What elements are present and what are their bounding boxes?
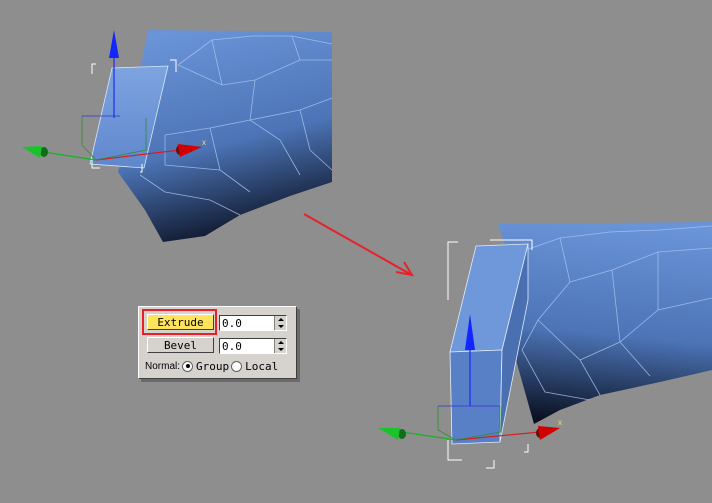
radio-selected-dot: [185, 364, 190, 368]
spin-down-icon: [277, 348, 284, 351]
local-radio[interactable]: [231, 360, 243, 372]
spin-up-icon: [277, 318, 284, 321]
extrude-spin-up[interactable]: [275, 316, 286, 323]
x-axis-label: x: [202, 138, 206, 147]
bevel-spin-buttons[interactable]: [274, 339, 286, 353]
extrude-bevel-panel: Extrude Bevel Normal: Group Local: [138, 306, 297, 379]
extrude-spin-down[interactable]: [275, 323, 286, 330]
group-radio[interactable]: [182, 360, 194, 372]
local-label: Local: [245, 359, 279, 373]
bevel-spin-down[interactable]: [275, 346, 286, 353]
extrude-spin-buttons[interactable]: [274, 316, 286, 330]
normal-label: Normal:: [145, 360, 181, 372]
bevel-spin-up[interactable]: [275, 339, 286, 346]
extrude-amount-spinner[interactable]: [219, 315, 287, 331]
viewport-scene: x x: [22, 30, 712, 469]
extrude-button[interactable]: Extrude: [147, 314, 214, 330]
bevel-amount-spinner[interactable]: [219, 338, 287, 354]
spin-up-icon: [277, 341, 284, 344]
extrude-amount-input[interactable]: [221, 316, 274, 330]
bevel-button[interactable]: Bevel: [147, 337, 214, 353]
bevel-amount-input[interactable]: [221, 339, 274, 353]
normal-options-row: Normal: Group Local: [145, 359, 278, 373]
x-axis-label: x: [558, 418, 562, 427]
direction-arrow: [303, 213, 415, 277]
group-label: Group: [196, 359, 230, 373]
mesh-after: [498, 222, 712, 424]
spin-down-icon: [277, 325, 284, 328]
